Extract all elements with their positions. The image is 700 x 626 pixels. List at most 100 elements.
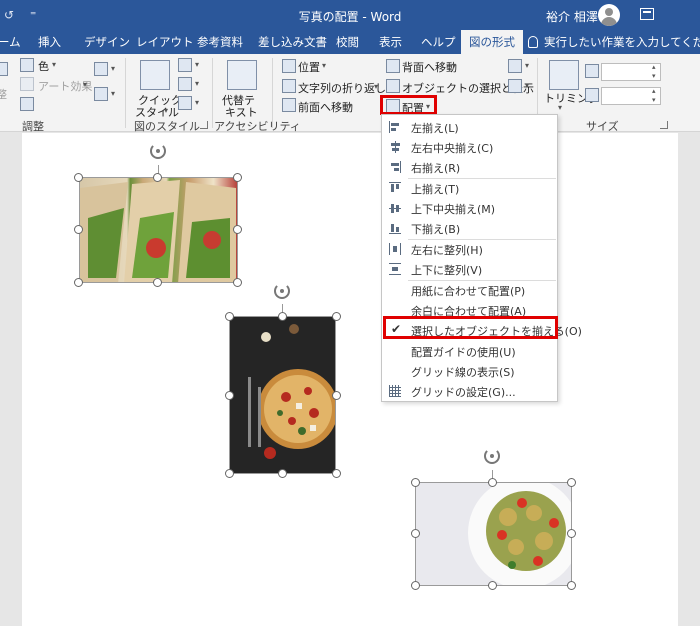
tab-view[interactable]: 表示 bbox=[379, 30, 402, 54]
tab-picture-format[interactable]: 図の形式 bbox=[461, 30, 523, 54]
wrap-text-button[interactable]: 文字列の折り返し bbox=[298, 80, 386, 96]
resize-handle-icon[interactable] bbox=[332, 469, 341, 478]
position-dropdown-icon[interactable]: ▾ bbox=[322, 61, 326, 70]
menu-item-align-middle[interactable]: 上下中央揃え(M) bbox=[382, 198, 557, 218]
rotate-handle-icon[interactable] bbox=[274, 283, 290, 299]
pizza-photo[interactable] bbox=[229, 316, 336, 474]
rotate-handle-icon[interactable] bbox=[150, 143, 166, 159]
bring-forward-button[interactable]: 前面へ移動 bbox=[298, 99, 353, 115]
send-backward-icon[interactable] bbox=[386, 59, 400, 73]
menu-item-align-left[interactable]: 左揃え(L) bbox=[382, 117, 557, 137]
color-dropdown-icon[interactable]: ▾ bbox=[52, 60, 56, 69]
resize-handle-icon[interactable] bbox=[278, 312, 287, 321]
menu-item-grid-settings[interactable]: グリッドの設定(G)... bbox=[382, 381, 557, 401]
menu-item-align-to-page[interactable]: 用紙に合わせて配置(P) bbox=[382, 280, 557, 300]
picture-layout-icon[interactable] bbox=[178, 96, 192, 110]
resize-handle-icon[interactable] bbox=[153, 278, 162, 287]
tell-me-search[interactable]: 実行したい作業を入力してください bbox=[528, 30, 700, 54]
picture-effects-dropdown-icon[interactable]: ▾ bbox=[195, 79, 199, 88]
resize-handle-icon[interactable] bbox=[233, 225, 242, 234]
ribbon-display-options-icon[interactable] bbox=[640, 8, 654, 20]
picture-border-icon[interactable] bbox=[178, 58, 192, 72]
menu-item-view-gridlines[interactable]: グリッド線の表示(S) bbox=[382, 361, 557, 381]
reset-picture-dropdown-icon[interactable]: ▾ bbox=[111, 89, 115, 98]
tab-home[interactable]: ーム bbox=[0, 30, 21, 54]
quick-styles-icon[interactable] bbox=[140, 60, 170, 90]
wrap-text-dropdown-icon[interactable]: ▾ bbox=[374, 82, 378, 91]
group-objects-dropdown-icon[interactable]: ▾ bbox=[525, 61, 529, 70]
reset-picture-icon[interactable] bbox=[94, 87, 108, 101]
resize-handle-icon[interactable] bbox=[233, 278, 242, 287]
resize-handle-icon[interactable] bbox=[567, 529, 576, 538]
resize-handle-icon[interactable] bbox=[233, 173, 242, 182]
resize-handle-icon[interactable] bbox=[74, 173, 83, 182]
resize-handle-icon[interactable] bbox=[153, 173, 162, 182]
send-backward-button[interactable]: 背面へ移動 bbox=[402, 59, 457, 75]
resize-handle-icon[interactable] bbox=[74, 278, 83, 287]
shape-width-input[interactable] bbox=[601, 87, 661, 105]
position-button[interactable]: 位置 bbox=[298, 59, 320, 75]
group-objects-icon[interactable] bbox=[508, 59, 522, 73]
crop-icon[interactable] bbox=[549, 60, 579, 90]
menu-item-align-center[interactable]: 左右中央揃え(C) bbox=[382, 137, 557, 157]
distribute-horizontally-icon bbox=[389, 243, 401, 255]
picture-border-dropdown-icon[interactable]: ▾ bbox=[195, 60, 199, 69]
menu-item-distribute-horizontally[interactable]: 左右に整列(H) bbox=[382, 239, 557, 259]
rotate-handle-icon[interactable] bbox=[484, 448, 500, 464]
menu-item-align-top[interactable]: 上揃え(T) bbox=[382, 178, 557, 198]
tab-references[interactable]: 参考資料 bbox=[197, 30, 243, 54]
change-picture-icon[interactable] bbox=[94, 62, 108, 76]
resize-handle-icon[interactable] bbox=[332, 391, 341, 400]
tab-insert[interactable]: 挿入 bbox=[38, 30, 61, 54]
avatar-icon[interactable] bbox=[598, 4, 620, 26]
tab-design[interactable]: デザイン bbox=[84, 30, 130, 54]
quick-styles-dropdown-icon[interactable]: ▾ bbox=[164, 106, 168, 115]
position-icon[interactable] bbox=[282, 59, 296, 73]
resize-handle-icon[interactable] bbox=[411, 478, 420, 487]
resize-handle-icon[interactable] bbox=[225, 469, 234, 478]
menu-item-distribute-vertically[interactable]: 上下に整列(V) bbox=[382, 259, 557, 279]
sandwich-photo[interactable] bbox=[79, 177, 238, 283]
resize-handle-icon[interactable] bbox=[225, 312, 234, 321]
pasta-photo[interactable] bbox=[415, 482, 572, 586]
bring-forward-dropdown-icon[interactable]: ▾ bbox=[348, 101, 352, 110]
lightbulb-icon bbox=[528, 36, 538, 48]
resize-handle-icon[interactable] bbox=[74, 225, 83, 234]
shape-height-input[interactable] bbox=[601, 63, 661, 81]
picture-styles-launcher-icon[interactable] bbox=[200, 121, 208, 129]
resize-handle-icon[interactable] bbox=[488, 581, 497, 590]
corrections-icon[interactable] bbox=[0, 62, 8, 76]
picture-layout-dropdown-icon[interactable]: ▾ bbox=[195, 98, 199, 107]
color-icon[interactable] bbox=[20, 58, 34, 72]
align-bottom-icon bbox=[389, 222, 401, 234]
resize-handle-icon[interactable] bbox=[411, 529, 420, 538]
rotate-objects-icon[interactable] bbox=[508, 79, 522, 93]
menu-item-use-alignment-guides[interactable]: 配置ガイドの使用(U) bbox=[382, 341, 557, 361]
wrap-text-icon[interactable] bbox=[282, 79, 296, 93]
change-picture-dropdown-icon[interactable]: ▾ bbox=[111, 64, 115, 73]
size-launcher-icon[interactable] bbox=[660, 121, 668, 129]
tab-mailings[interactable]: 差し込み文書 bbox=[258, 30, 327, 54]
tab-help[interactable]: ヘルプ bbox=[421, 30, 456, 54]
selection-pane-icon[interactable] bbox=[386, 79, 400, 93]
tab-review[interactable]: 校閲 bbox=[336, 30, 359, 54]
resize-handle-icon[interactable] bbox=[567, 581, 576, 590]
alt-text-icon[interactable] bbox=[227, 60, 257, 90]
compress-pictures-icon[interactable] bbox=[20, 97, 34, 111]
resize-handle-icon[interactable] bbox=[332, 312, 341, 321]
resize-handle-icon[interactable] bbox=[567, 478, 576, 487]
menu-item-align-right[interactable]: 右揃え(R) bbox=[382, 157, 557, 177]
resize-handle-icon[interactable] bbox=[488, 478, 497, 487]
user-name[interactable]: 裕介 相澤 bbox=[546, 8, 598, 25]
picture-effects-icon[interactable] bbox=[178, 77, 192, 91]
menu-item-align-bottom[interactable]: 下揃え(B) bbox=[382, 218, 557, 238]
resize-handle-icon[interactable] bbox=[225, 391, 234, 400]
color-button[interactable]: 色 bbox=[38, 58, 49, 74]
resize-handle-icon[interactable] bbox=[278, 469, 287, 478]
crop-dropdown-icon[interactable]: ▾ bbox=[558, 103, 562, 112]
tab-layout[interactable]: レイアウト bbox=[136, 30, 194, 54]
send-backward-dropdown-icon[interactable]: ▾ bbox=[452, 61, 456, 70]
rotate-objects-dropdown-icon[interactable]: ▾ bbox=[525, 81, 529, 90]
bring-forward-icon[interactable] bbox=[282, 98, 296, 112]
resize-handle-icon[interactable] bbox=[411, 581, 420, 590]
